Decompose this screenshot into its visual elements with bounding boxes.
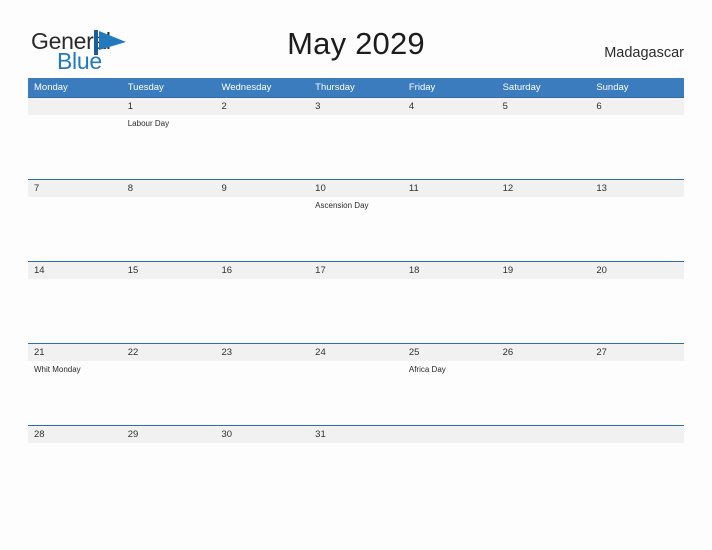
day-number[interactable]: 18 (403, 262, 497, 279)
day-event (215, 443, 309, 446)
page-header: General Blue May 2029 Madagascar (0, 0, 712, 74)
day-event: Labour Day (127, 119, 170, 128)
day-number[interactable]: 31 (309, 426, 403, 443)
event-band: Whit Monday Africa Day (28, 361, 684, 375)
event-band (28, 279, 684, 282)
day-event (122, 279, 216, 282)
day-event (497, 279, 591, 282)
day-event (28, 443, 122, 446)
day-event (403, 115, 497, 129)
day-event (215, 279, 309, 282)
day-number[interactable]: 29 (122, 426, 216, 443)
day-event: Whit Monday (34, 365, 81, 374)
day-event (590, 361, 684, 375)
day-number[interactable]: 1 (122, 98, 216, 115)
day-event (122, 443, 216, 446)
day-number[interactable]: 21 (28, 344, 122, 361)
day-event (122, 197, 216, 211)
event-band (28, 443, 684, 446)
day-event (403, 197, 497, 211)
day-number[interactable]: 16 (215, 262, 309, 279)
day-event (215, 361, 309, 375)
day-number[interactable]: 30 (215, 426, 309, 443)
day-number[interactable]: 28 (28, 426, 122, 443)
weekday-monday: Monday (34, 82, 68, 93)
day-event: Ascension Day (315, 201, 369, 210)
calendar-grid: Monday Tuesday Wednesday Thursday Friday… (28, 78, 684, 507)
day-event (497, 115, 591, 129)
week-row: 28 29 30 31 (28, 425, 684, 507)
day-number[interactable]: 3 (309, 98, 403, 115)
weekday-sunday: Sunday (596, 82, 629, 93)
day-event (403, 443, 497, 446)
weekday-friday: Friday (408, 82, 436, 93)
day-event (309, 443, 403, 446)
day-event (497, 443, 591, 446)
day-event (497, 361, 591, 375)
day-number[interactable]: 15 (122, 262, 216, 279)
day-number[interactable] (590, 426, 684, 443)
week-row: 14 15 16 17 18 19 20 (28, 261, 684, 343)
day-event (28, 115, 122, 129)
day-event (590, 197, 684, 211)
day-event (309, 361, 403, 375)
weekday-thursday: Thursday (315, 82, 355, 93)
day-number[interactable]: 27 (590, 344, 684, 361)
day-event (309, 115, 403, 129)
country-label: Madagascar (604, 45, 684, 61)
day-number[interactable]: 26 (497, 344, 591, 361)
day-event (215, 197, 309, 211)
date-band: 21 22 23 24 25 26 27 (28, 344, 684, 361)
day-number[interactable]: 23 (215, 344, 309, 361)
week-row: 7 8 9 10 11 12 13 Ascension Day (28, 179, 684, 261)
day-number[interactable]: 13 (590, 180, 684, 197)
day-number[interactable]: 14 (28, 262, 122, 279)
weekday-saturday: Saturday (502, 82, 541, 93)
day-number[interactable]: 11 (403, 180, 497, 197)
day-number[interactable]: 12 (497, 180, 591, 197)
weekday-header-row: Monday Tuesday Wednesday Thursday Friday… (28, 78, 684, 97)
day-number[interactable]: 19 (497, 262, 591, 279)
day-event (309, 279, 403, 282)
day-event (590, 279, 684, 282)
day-event (215, 115, 309, 129)
day-number[interactable]: 25 (403, 344, 497, 361)
day-event (497, 197, 591, 211)
day-number[interactable] (28, 98, 122, 115)
day-number[interactable]: 6 (590, 98, 684, 115)
event-band: Labour Day (28, 115, 684, 129)
day-number[interactable]: 8 (122, 180, 216, 197)
date-band: 14 15 16 17 18 19 20 (28, 262, 684, 279)
day-event (28, 197, 122, 211)
day-number[interactable] (497, 426, 591, 443)
day-event (590, 443, 684, 446)
day-event (403, 279, 497, 282)
date-band: 7 8 9 10 11 12 13 (28, 180, 684, 197)
day-number[interactable]: 20 (590, 262, 684, 279)
day-number[interactable]: 5 (497, 98, 591, 115)
day-number[interactable]: 22 (122, 344, 216, 361)
day-number[interactable]: 10 (309, 180, 403, 197)
day-number[interactable]: 17 (309, 262, 403, 279)
date-band: 1 2 3 4 5 6 (28, 98, 684, 115)
week-row: 21 22 23 24 25 26 27 Whit Monday Africa … (28, 343, 684, 425)
day-number[interactable]: 24 (309, 344, 403, 361)
date-band: 28 29 30 31 (28, 426, 684, 443)
weekday-wednesday: Wednesday (221, 82, 272, 93)
day-number[interactable]: 4 (403, 98, 497, 115)
day-number[interactable]: 2 (215, 98, 309, 115)
day-event (122, 361, 216, 375)
day-event: Africa Day (408, 365, 446, 374)
day-number[interactable]: 7 (28, 180, 122, 197)
weekday-tuesday: Tuesday (127, 82, 164, 93)
week-row: 1 2 3 4 5 6 Labour Day (28, 97, 684, 179)
day-event (590, 115, 684, 129)
day-event (28, 279, 122, 282)
day-number[interactable]: 9 (215, 180, 309, 197)
day-number[interactable] (403, 426, 497, 443)
event-band: Ascension Day (28, 197, 684, 211)
